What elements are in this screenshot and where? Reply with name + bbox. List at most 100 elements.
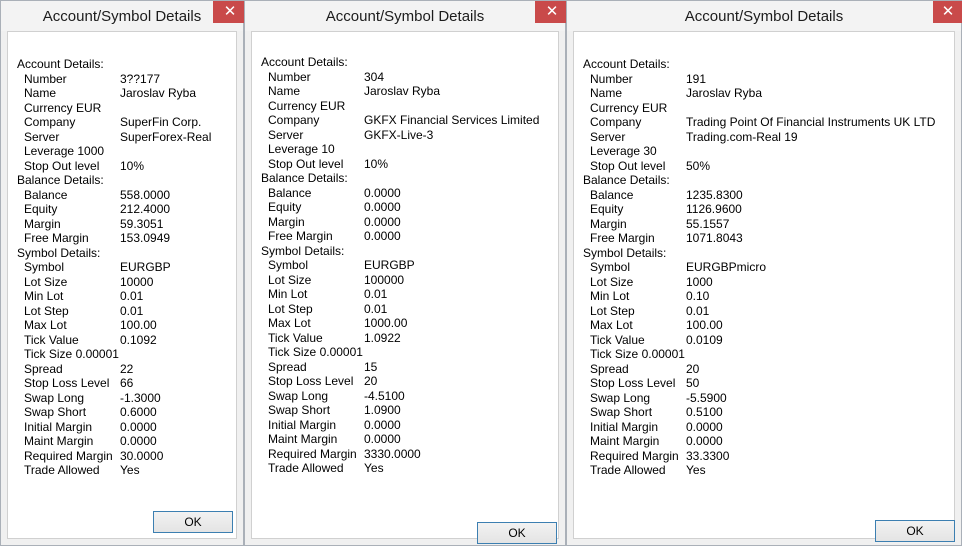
detail-label: Server [24, 129, 60, 144]
detail-label: Balance Details: [261, 171, 348, 185]
detail-label: Spread [24, 361, 63, 376]
detail-label: Tick Value [590, 332, 645, 347]
detail-label: Company [590, 115, 642, 129]
detail-label: Lot Step [590, 303, 635, 318]
ok-button[interactable]: OK [153, 511, 233, 533]
detail-label: Lot Step [24, 303, 69, 318]
dialog-title: Account/Symbol Details [1, 1, 243, 31]
detail-value: 0.01 [120, 303, 144, 318]
detail-label: Tick Size 0.00001 [268, 345, 363, 359]
close-icon[interactable]: ✕ [213, 1, 247, 23]
detail-label: Free Margin [590, 231, 655, 245]
dialog-title: Account/Symbol Details [245, 1, 565, 31]
detail-value: GKFX Financial Services Limited [364, 113, 540, 127]
detail-label: Min Lot [590, 289, 630, 303]
detail-label: Number [590, 71, 633, 86]
detail-value: 1.0900 [364, 403, 401, 417]
detail-value: 0.6000 [120, 405, 157, 419]
detail-value: 191 [686, 71, 707, 86]
detail-label: Symbol [268, 258, 309, 272]
detail-label: Required Margin [268, 446, 357, 461]
detail-label: Trade Allowed [24, 463, 100, 477]
detail-label: Tick Size 0.00001 [24, 347, 119, 361]
detail-value: 100.00 [686, 318, 723, 332]
details-panel: Account Details: Number 3??177 Name Jaroslav… [7, 31, 237, 539]
detail-label: Leverage 30 [590, 144, 657, 158]
detail-value: 1000.00 [364, 316, 408, 330]
detail-value: 0.0000 [364, 229, 401, 243]
detail-value: 10% [364, 156, 389, 171]
detail-label: Spread [268, 359, 307, 374]
detail-label: Symbol Details: [17, 245, 101, 260]
detail-value: 0.0000 [120, 419, 157, 434]
detail-label: Lot Step [268, 301, 313, 316]
dialog-1: Account/Symbol Details ✕ Account Details… [0, 0, 247, 546]
close-icon[interactable]: ✕ [933, 1, 962, 23]
detail-label: Stop Out level [590, 158, 666, 173]
detail-value: 1126.9600 [686, 202, 742, 216]
detail-value: 33.3300 [686, 448, 730, 463]
close-icon[interactable]: ✕ [535, 1, 569, 23]
detail-label: Server [590, 129, 626, 144]
detail-label: Free Margin [24, 231, 89, 245]
detail-label: Symbol Details: [261, 243, 345, 258]
detail-label: Required Margin [590, 448, 679, 463]
detail-label: Stop Out level [24, 158, 100, 173]
detail-label: Stop Loss Level [268, 374, 354, 388]
detail-value: 0.01 [364, 301, 388, 316]
detail-value: 0.0000 [364, 214, 401, 229]
detail-label: Account Details: [261, 55, 348, 69]
detail-label: Margin [268, 214, 305, 229]
detail-value: 558.0000 [120, 187, 171, 202]
detail-value: 20 [686, 361, 700, 376]
detail-label: Maint Margin [268, 432, 338, 446]
detail-value: 3??177 [120, 71, 161, 86]
detail-value: Trading Point Of Financial Instruments U… [686, 115, 936, 129]
details-panel: Account Details: Number 191 Name Jaroslav Ry… [573, 31, 955, 539]
detail-value: 50 [686, 376, 700, 390]
detail-value: 0.1092 [120, 332, 157, 347]
detail-label: Swap Long [268, 388, 329, 403]
detail-value: 3330.0000 [364, 446, 421, 461]
detail-label: Equity [24, 202, 58, 216]
detail-value: Jaroslav Ryba [120, 86, 197, 100]
detail-value: 100.00 [120, 318, 157, 332]
ok-button[interactable]: OK [477, 522, 557, 544]
detail-value: -4.5100 [364, 388, 405, 403]
detail-value: 1000 [686, 274, 713, 289]
detail-label: Account Details: [583, 57, 670, 71]
detail-label: Initial Margin [590, 419, 659, 434]
detail-value: Jaroslav Ryba [364, 84, 441, 98]
ok-button[interactable]: OK [875, 520, 955, 542]
detail-value: Yes [120, 463, 140, 477]
detail-value: -1.3000 [120, 390, 161, 405]
dialog-title: Account/Symbol Details [567, 1, 961, 31]
detail-value: Jaroslav Ryba [686, 86, 763, 100]
detail-value: SuperFin Corp. [120, 115, 202, 129]
detail-label: Stop Loss Level [590, 376, 676, 390]
detail-label: Symbol [24, 260, 65, 274]
detail-value: 100000 [364, 272, 405, 287]
detail-label: Max Lot [24, 318, 67, 332]
detail-label: Max Lot [268, 316, 311, 330]
detail-value: 0.0000 [364, 417, 401, 432]
detail-label: Server [268, 127, 304, 142]
detail-label: Spread [590, 361, 629, 376]
detail-label: Margin [590, 216, 627, 231]
detail-value: 30.0000 [120, 448, 164, 463]
detail-label: Account Details: [17, 57, 104, 71]
detail-value: 1.0922 [364, 330, 401, 345]
detail-label: Tick Size 0.00001 [590, 347, 685, 361]
detail-label: Balance Details: [583, 173, 670, 187]
detail-label: Trade Allowed [590, 463, 666, 477]
detail-value: -5.5900 [686, 390, 727, 405]
detail-label: Margin [24, 216, 61, 231]
detail-label: Lot Size [24, 274, 68, 289]
detail-label: Swap Long [24, 390, 85, 405]
detail-label: Initial Margin [24, 419, 93, 434]
dialog-3: Account/Symbol Details ✕ Account Details… [566, 0, 962, 546]
detail-label: Name [24, 86, 57, 100]
detail-value: 20 [364, 374, 378, 388]
detail-value: 0.5100 [686, 405, 723, 419]
details-panel: Account Details: Number 304 Name Jaroslav Ry… [251, 31, 559, 539]
